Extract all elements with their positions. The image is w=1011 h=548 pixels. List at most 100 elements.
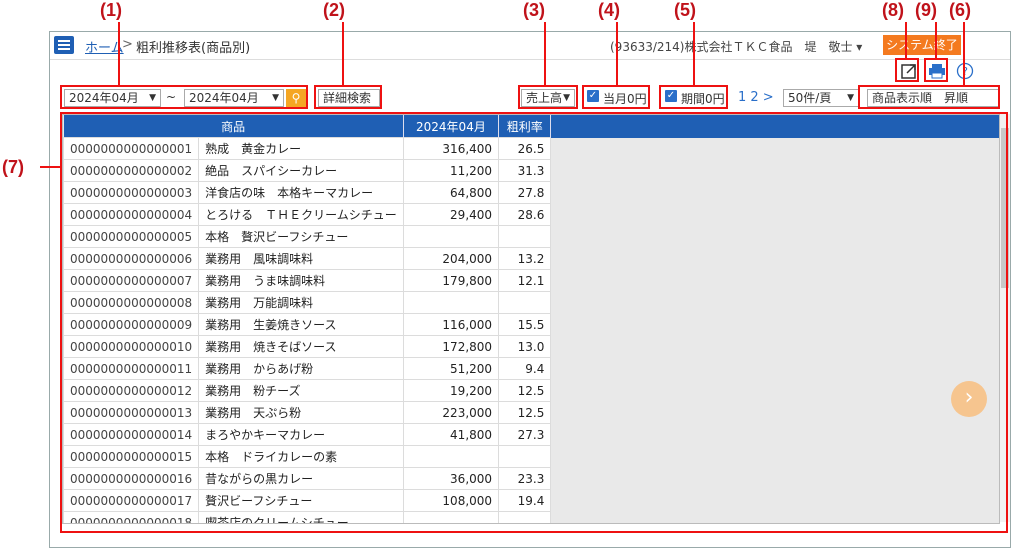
table-row[interactable]: 0000000000000015 本格 ドライカレーの素: [63, 445, 999, 468]
callout-1: (1): [100, 0, 122, 20]
period-zero-checkbox[interactable]: ✓: [665, 90, 677, 102]
row-fill: [550, 467, 999, 490]
leader-1: [118, 22, 120, 85]
cell-name: 絶品 スパイシーカレー: [198, 159, 404, 182]
table-row[interactable]: 0000000000000005 本格 贅沢ビーフシチュー: [63, 225, 999, 248]
help-icon[interactable]: ?: [956, 62, 974, 80]
row-fill: [550, 379, 999, 402]
table-row[interactable]: 0000000000000009 業務用 生姜焼きソース 116,000 15.5: [63, 313, 999, 336]
cell-name: 業務用 からあげ粉: [198, 357, 404, 380]
leader-3: [544, 22, 546, 85]
cell-name: 業務用 うま味調味料: [198, 269, 404, 292]
pagination[interactable]: 1 2 >: [738, 90, 774, 105]
table-row[interactable]: 0000000000000016 昔ながらの黒カレー 36,000 23.3: [63, 467, 999, 490]
table-row[interactable]: 0000000000000007 業務用 うま味調味料 179,800 12.1: [63, 269, 999, 292]
period-tilde: ~: [166, 90, 177, 104]
menu-icon[interactable]: [54, 36, 74, 54]
cell-value: 108,000: [402, 489, 500, 512]
table-row[interactable]: 0000000000000010 業務用 焼きそばソース 172,800 13.0: [63, 335, 999, 358]
leader-6: [963, 22, 965, 85]
system-exit-button[interactable]: システム終了: [883, 35, 961, 55]
row-fill: [550, 137, 999, 160]
cell-name: 熟成 黄金カレー: [198, 137, 404, 160]
cell-code: 0000000000000002: [63, 159, 200, 182]
row-fill: [550, 335, 999, 358]
current-month-zero-checkbox[interactable]: ✓: [587, 90, 599, 102]
row-fill: [550, 511, 999, 523]
cell-value: 116,000: [402, 313, 500, 336]
header-fill: [550, 115, 999, 138]
cell-value: 29,400: [402, 203, 500, 226]
cell-name: 洋食店の味 本格キーマカレー: [198, 181, 404, 204]
table-row[interactable]: 0000000000000018 喫茶店のクリームシチュー: [63, 511, 999, 523]
per-page-select[interactable]: 50件/頁 ▼: [783, 89, 859, 107]
cell-code: 0000000000000006: [63, 247, 200, 270]
table-row[interactable]: 0000000000000008 業務用 万能調味料: [63, 291, 999, 314]
table-row[interactable]: 0000000000000001 熟成 黄金カレー 316,400 26.5: [63, 137, 999, 160]
table-row[interactable]: 0000000000000012 業務用 粉チーズ 19,200 12.5: [63, 379, 999, 402]
from-period-select[interactable]: 2024年04月 ▼: [64, 89, 161, 107]
table-row[interactable]: 0000000000000017 贅沢ビーフシチュー 108,000 19.4: [63, 489, 999, 512]
row-fill: [550, 247, 999, 270]
vertical-scrollbar[interactable]: [1000, 114, 1010, 522]
cell-code: 0000000000000004: [63, 203, 200, 226]
row-fill: [550, 291, 999, 314]
cell-name: とろける ＴＨＥクリームシチュー: [198, 203, 404, 226]
to-period-select[interactable]: 2024年04月 ▼: [184, 89, 284, 107]
leader-5: [693, 22, 695, 85]
table-row[interactable]: 0000000000000002 絶品 スパイシーカレー 11,200 31.3: [63, 159, 999, 182]
cell-rate: 15.5: [498, 313, 552, 336]
cell-name: 業務用 焼きそばソース: [198, 335, 404, 358]
app-window: ホーム > 粗利推移表(商品別) (93633/214)株式会社ＴＫＣ食品 堤 …: [49, 31, 1011, 548]
leader-2: [342, 22, 344, 85]
table-row[interactable]: 0000000000000004 とろける ＴＨＥクリームシチュー 29,400 28…: [63, 203, 999, 226]
print-icon[interactable]: [928, 62, 946, 80]
table-row[interactable]: 0000000000000013 業務用 天ぷら粉 223,000 12.5: [63, 401, 999, 424]
cell-value: 41,800: [402, 423, 500, 446]
detail-search-button[interactable]: 詳細検索: [318, 89, 380, 107]
row-fill: [550, 159, 999, 182]
table-row[interactable]: 0000000000000014 まろやかキーマカレー 41,800 27.3: [63, 423, 999, 446]
page-title: 粗利推移表(商品別): [136, 41, 251, 56]
cell-rate: [498, 445, 552, 468]
cell-rate: [498, 291, 552, 314]
search-icon[interactable]: ⚲: [286, 89, 306, 107]
filter-bar: 2024年04月 ▼ ~ 2024年04月 ▼ ⚲ 詳細検索 売上高 ▼ ✓ 当月0円…: [50, 86, 1010, 110]
table-row[interactable]: 0000000000000003 洋食店の味 本格キーマカレー 64,800 27.8: [63, 181, 999, 204]
cell-name: 喫茶店のクリームシチュー: [198, 511, 404, 523]
cell-value: 51,200: [402, 357, 500, 380]
cell-value: [402, 291, 500, 314]
cell-value: [402, 445, 500, 468]
cell-code: 0000000000000015: [63, 445, 200, 468]
breadcrumb-separator: >: [122, 37, 133, 52]
company-user-menu[interactable]: (93633/214)株式会社ＴＫＣ食品 堤 敬士 ▾: [610, 38, 862, 55]
leader-9: [935, 22, 937, 58]
scrollbar-thumb[interactable]: [1001, 128, 1009, 288]
col-header-month[interactable]: 2024年04月: [403, 115, 500, 138]
cell-name: 業務用 風味調味料: [198, 247, 404, 270]
cell-rate: 13.0: [498, 335, 552, 358]
row-fill: [550, 313, 999, 336]
cell-rate: 19.4: [498, 489, 552, 512]
table-row[interactable]: 0000000000000006 業務用 風味調味料 204,000 13.2: [63, 247, 999, 270]
cell-value: 19,200: [402, 379, 500, 402]
data-grid[interactable]: 商品 2024年04月 粗利率 0000000000000001 熟成 黄金カレー…: [62, 114, 1000, 524]
cell-name: 業務用 生姜焼きソース: [198, 313, 404, 336]
cell-value: 316,400: [402, 137, 500, 160]
cell-code: 0000000000000001: [63, 137, 200, 160]
measure-select[interactable]: 売上高 ▼: [521, 89, 575, 107]
cell-name: 業務用 万能調味料: [198, 291, 404, 314]
col-header-rate[interactable]: 粗利率: [498, 115, 552, 138]
col-header-product[interactable]: 商品: [63, 115, 404, 138]
external-link-icon[interactable]: [900, 62, 918, 80]
cell-rate: 12.5: [498, 379, 552, 402]
cell-value: 11,200: [402, 159, 500, 182]
cell-name: 贅沢ビーフシチュー: [198, 489, 404, 512]
cell-value: 223,000: [402, 401, 500, 424]
per-page-value: 50件/頁: [788, 91, 832, 105]
sort-order-select[interactable]: 商品表示順 昇順: [867, 89, 999, 107]
table-row[interactable]: 0000000000000011 業務用 からあげ粉 51,200 9.4: [63, 357, 999, 380]
chevron-right-icon[interactable]: ›: [951, 381, 987, 417]
from-period-value: 2024年04月: [69, 91, 139, 105]
cell-name: まろやかキーマカレー: [198, 423, 404, 446]
